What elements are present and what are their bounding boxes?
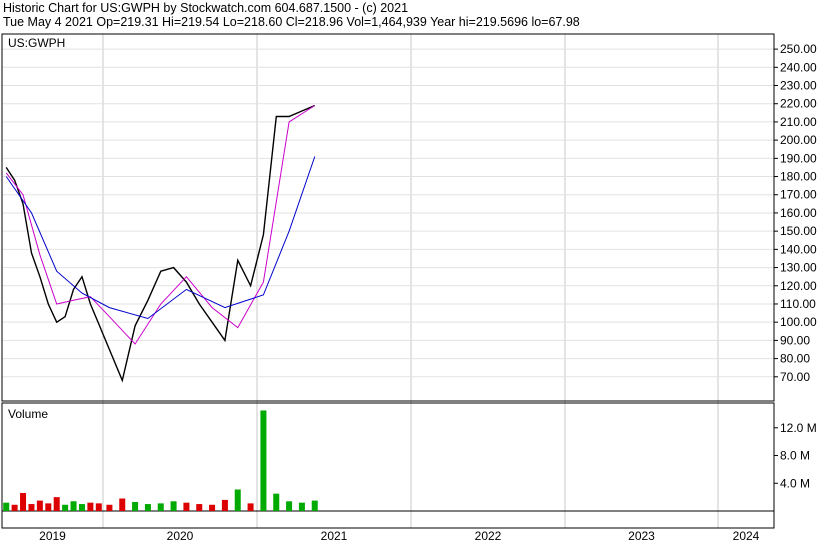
volume-bar	[36, 500, 43, 511]
price-tick-label: 250.00	[780, 42, 817, 56]
chart-frame: Historic Chart for US:GWPH by Stockwatch…	[0, 0, 830, 543]
volume-bar	[144, 504, 151, 511]
price-tick-label: 120.00	[780, 279, 817, 293]
price-tick-label: 180.00	[780, 170, 817, 184]
price-tick-label: 190.00	[780, 151, 817, 165]
volume-bar	[157, 503, 164, 511]
volume-bar	[196, 504, 203, 511]
year-tick-label: 2023	[628, 529, 655, 543]
ma-short-line	[5, 105, 316, 345]
volume-bar	[221, 499, 228, 511]
price-tick-label: 210.00	[780, 115, 817, 129]
year-tick-label: 2021	[321, 529, 348, 543]
volume-bar	[106, 504, 113, 511]
price-tick-label: 170.00	[780, 188, 817, 202]
volume-bar	[234, 489, 241, 511]
ma-long-line	[5, 156, 316, 320]
year-tick-label: 2019	[39, 529, 66, 543]
volume-bar	[45, 503, 52, 511]
price-axis-ticks: 250.00 240.00 230.00 220.00 210.00 200.00 190.…	[774, 42, 817, 384]
price-tick-label: 220.00	[780, 97, 817, 111]
volume-bar	[62, 504, 69, 511]
volume-tick-label: 8.0 M	[780, 449, 810, 463]
volume-panel-title: Volume	[8, 407, 48, 421]
time-axis-frame	[1, 510, 775, 529]
volume-bar	[20, 492, 27, 511]
volume-tick-label: 12.0 M	[780, 421, 817, 435]
volume-bar	[119, 498, 126, 511]
price-panel-frame	[1, 33, 775, 402]
price-lines	[5, 104, 316, 383]
volume-bars	[3, 410, 318, 511]
price-panel-title: US:GWPH	[8, 36, 65, 50]
price-tick-label: 70.00	[780, 370, 810, 384]
price-tick-label: 150.00	[780, 224, 817, 238]
price-tick-label: 240.00	[780, 60, 817, 74]
year-tick-label: 2020	[167, 529, 194, 543]
price-tick-label: 130.00	[780, 261, 817, 275]
year-tick-label: 2022	[475, 529, 502, 543]
volume-bar	[273, 493, 280, 511]
price-tick-label: 200.00	[780, 133, 817, 147]
chart-frames	[1, 33, 775, 529]
price-tick-label: 140.00	[780, 242, 817, 256]
volume-bar	[286, 501, 293, 511]
year-tick-label: 2024	[733, 529, 760, 543]
volume-bar	[70, 501, 77, 511]
price-tick-label: 100.00	[780, 315, 817, 329]
volume-bar	[95, 503, 102, 511]
volume-bar	[170, 501, 177, 511]
gridlines	[2, 34, 774, 528]
volume-bar	[132, 501, 139, 511]
volume-bar	[298, 502, 305, 511]
price-tick-label: 80.00	[780, 352, 810, 366]
volume-axis-ticks: 12.0 M 8.0 M 4.0 M	[774, 421, 817, 490]
volume-bar	[11, 504, 18, 511]
volume-bar	[53, 497, 60, 511]
volume-bar	[311, 500, 318, 511]
volume-bar	[28, 504, 35, 511]
volume-bar	[87, 502, 94, 511]
volume-bar	[3, 502, 10, 511]
price-volume-chart: US:GWPH Volume 250.00240.00230.00220.002…	[1, 33, 817, 543]
volume-bar	[78, 504, 85, 511]
price-tick-label: 110.00	[780, 297, 816, 311]
volume-bar	[260, 410, 267, 511]
volume-bar	[209, 504, 216, 511]
volume-tick-label: 4.0 M	[780, 476, 810, 490]
price-line	[5, 104, 316, 383]
price-tick-label: 230.00	[780, 79, 817, 93]
price-tick-label: 90.00	[780, 333, 810, 347]
volume-panel-frame	[1, 402, 775, 512]
volume-bar	[247, 503, 254, 511]
volume-bar	[183, 502, 190, 511]
price-tick-label: 160.00	[780, 206, 817, 220]
time-axis-ticks: 2019 2020 2021 2022 2023 2024	[39, 529, 760, 543]
